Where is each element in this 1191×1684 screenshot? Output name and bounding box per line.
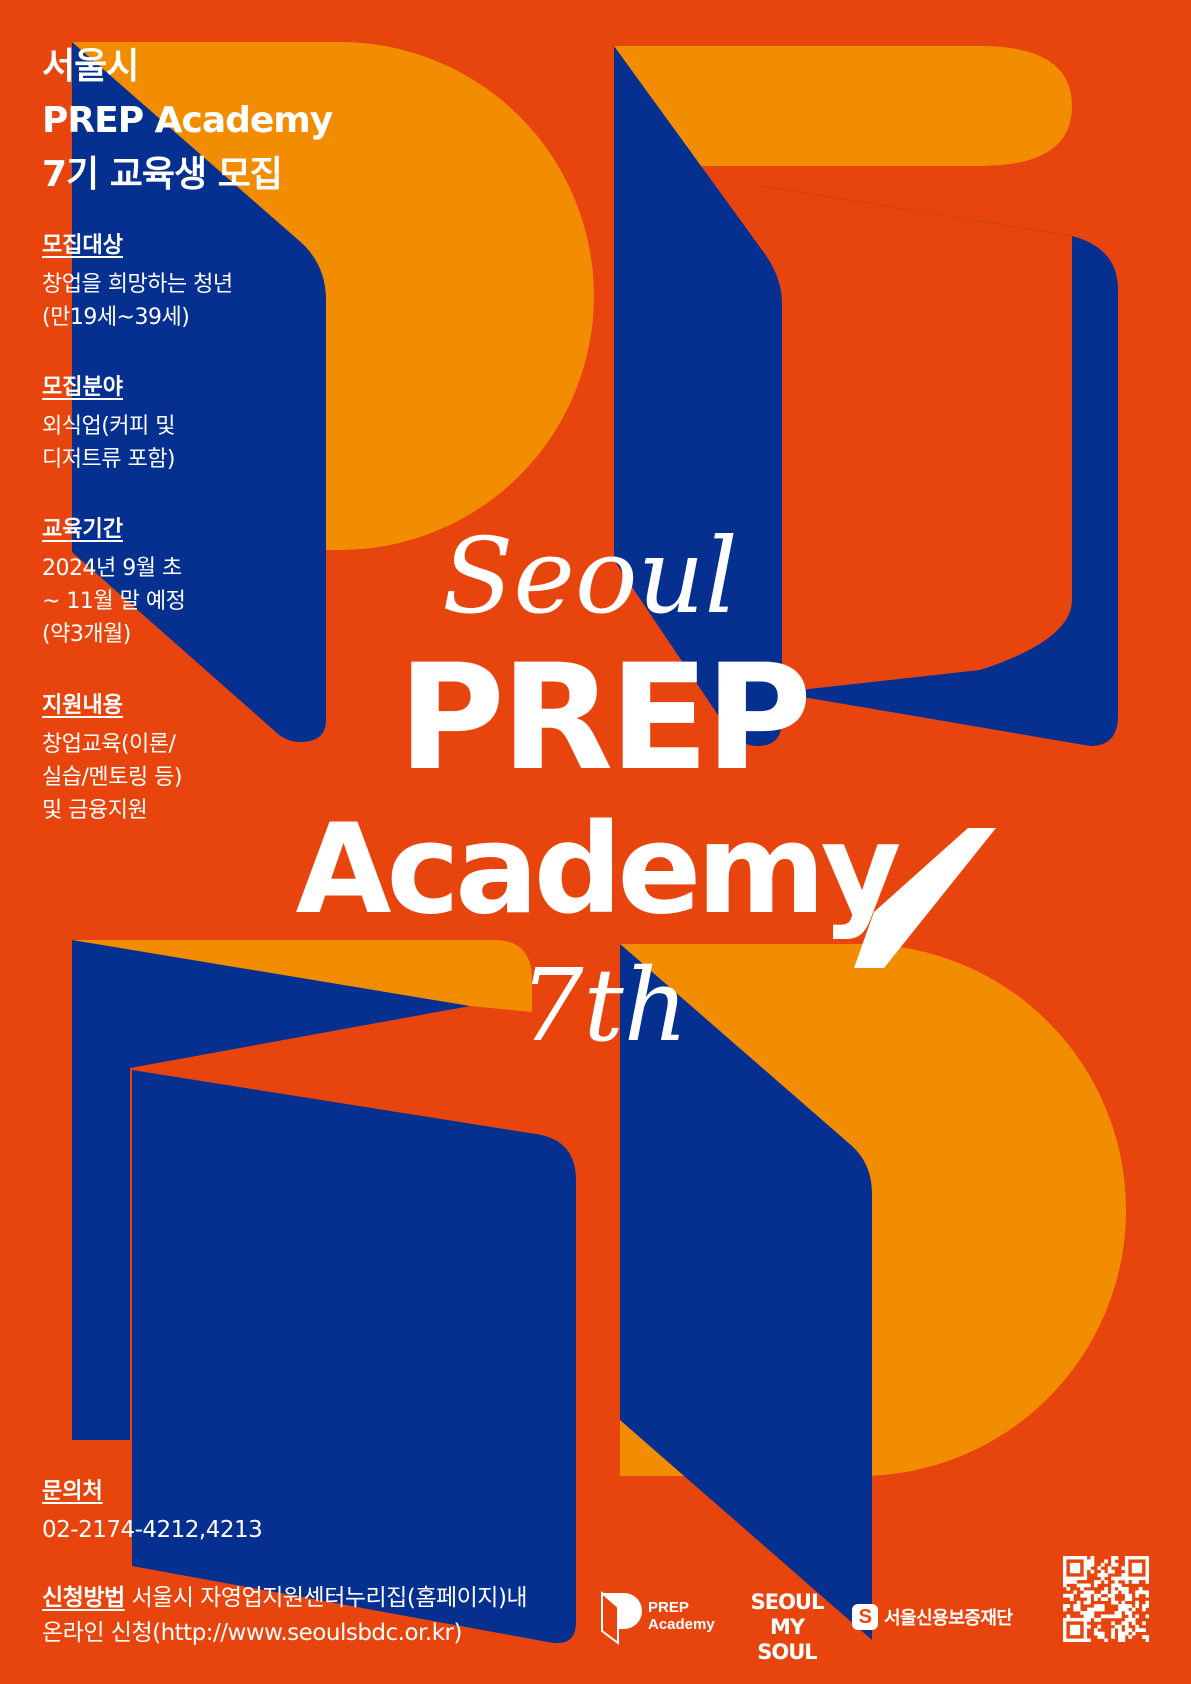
info-period-label: 교육기간 [42,517,123,542]
prep-logo-icon [601,1591,642,1645]
poster: Seoul PREP Academy 7th 서울시 PREP Academy … [0,0,1191,1684]
info-support-line: 실습/멘토링 등) [42,765,182,790]
prep-logo-line-2: Academy [648,1616,715,1633]
info-period-line: 2024년 9월 초 [42,556,182,581]
prep-academy-logo: PREP Academy [600,1591,730,1647]
contact: 문의처 02-2174-4212,4213 [42,1476,263,1547]
headline-line-1: 서울시 [42,46,139,87]
credit-fund-mark-icon: S [852,1604,878,1630]
info-support-label: 지원내용 [42,693,123,718]
top-right-p-inner [762,186,1072,690]
info-field-label: 모집분야 [42,375,123,400]
seoul-my-soul-logo: SEOUL MY SOUL [742,1590,832,1664]
info-period-line: ~ 11월 말 예정 [42,589,186,614]
apply-line-1: 서울시 자영업지원센터누리집(홈페이지)내 [124,1585,528,1611]
title-prep: PREP [398,633,808,803]
seoul-logo-line-1: SEOUL [750,1590,825,1614]
headline-line-3: 7기 교육생 모집 [42,154,283,195]
info-period-line: (약3개월) [42,622,131,647]
apply-method: 신청방법 서울시 자영업지원센터누리집(홈페이지)내 온라인 신청(http:/… [42,1581,528,1651]
info-field: 모집분야 외식업(커피 및 디저트류 포함) [42,372,282,476]
seoul-credit-guarantee-logo: S 서울신용보증재단 [852,1600,1013,1634]
contact-phone: 02-2174-4212,4213 [42,1517,263,1543]
credit-fund-name: 서울신용보증재단 [884,1608,1013,1629]
info-support-line: 창업교육(이론/ [42,732,176,757]
apply-label: 신청방법 [42,1585,125,1611]
apply-line-2: 온라인 신청(http://www.seoulsbdc.or.kr) [42,1620,462,1646]
bottom-left-front-panel [132,1070,576,1644]
seoul-logo-line-2: MY SOUL [757,1615,817,1664]
info-target-line: (만19세~39세) [42,305,190,330]
info-field-line: 디저트류 포함) [42,447,176,472]
info-target-label: 모집대상 [42,233,123,258]
qr-code-icon[interactable] [1063,1556,1149,1642]
info-target-line: 창업을 희망하는 청년 [42,272,233,297]
prep-logo-line-1: PREP [648,1599,689,1616]
info-target: 모집대상 창업을 희망하는 청년 (만19세~39세) [42,230,282,334]
title-script-7th: 7th [520,947,688,1064]
title-academy: Academy [295,798,899,942]
contact-label: 문의처 [42,1479,103,1504]
headline: 서울시 PREP Academy 7기 교육생 모집 [42,40,333,202]
title-script-seoul: Seoul [442,515,738,637]
headline-line-2: PREP Academy [42,100,333,141]
info-field-line: 외식업(커피 및 [42,414,176,439]
info-support-line: 및 금융지원 [42,798,148,823]
info-support: 지원내용 창업교육(이론/ 실습/멘토링 등) 및 금융지원 [42,690,282,827]
info-period: 교육기간 2024년 9월 초 ~ 11월 말 예정 (약3개월) [42,514,282,651]
